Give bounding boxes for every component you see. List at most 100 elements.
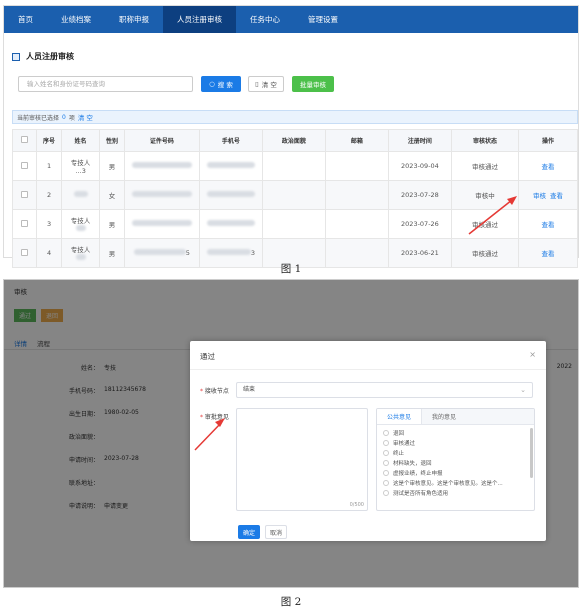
page-title: 人员注册审核 [12, 51, 74, 62]
radio[interactable] [383, 440, 389, 446]
opinion-option-label: 材料缺失，退回 [393, 461, 432, 467]
redacted-name [75, 254, 86, 260]
row-select[interactable] [11, 151, 38, 181]
opinion-textarea[interactable]: 0/500 [236, 408, 368, 511]
opinion-option[interactable]: 虚报业绩，终止申报 [383, 468, 528, 478]
cell-id [123, 180, 200, 210]
col-header: 证件号码 [123, 129, 200, 152]
opinion-option-label: 审核通过 [393, 441, 416, 447]
radio[interactable] [383, 460, 389, 466]
cell-ops: 审核 查看 [517, 180, 579, 210]
opinion-option[interactable]: 测试是否所有角色适用 [383, 488, 528, 498]
nav-settings[interactable]: 管理设置 [294, 6, 352, 33]
search-input[interactable]: 输入姓名和身份证号码查询 [18, 76, 193, 92]
opinion-option-label: 退回 [393, 431, 405, 437]
nav-registration-review[interactable]: 人员注册审核 [163, 6, 236, 33]
opinion-option-label: 测试是否所有角色适用 [393, 491, 449, 497]
radio[interactable] [383, 470, 389, 476]
tab-public-opinion[interactable]: 公共意见 [377, 409, 423, 424]
receive-node-label-text: 接收节点 [204, 388, 229, 395]
checkbox[interactable] [21, 248, 29, 256]
selection-clear-link[interactable]: 清 空 [78, 112, 93, 122]
name-text-2: …3 [75, 167, 86, 175]
checkbox[interactable] [21, 136, 29, 143]
close-icon[interactable]: × [529, 350, 536, 359]
search-button-label: 搜 索 [217, 81, 233, 89]
redacted-id [133, 249, 186, 255]
trash-icon: ▯ [255, 80, 259, 88]
cell-phone [198, 151, 263, 181]
confirm-button[interactable]: 确定 [238, 525, 260, 539]
review-link[interactable]: 审核 [533, 192, 546, 200]
radio[interactable] [383, 450, 389, 456]
cancel-button[interactable]: 取消 [265, 525, 287, 539]
name-text: 专技人 [70, 217, 91, 225]
opinion-option-label: 终止 [393, 451, 405, 457]
cell-phone [198, 180, 263, 210]
cell-status: 审核通过 [450, 209, 519, 239]
scrollbar[interactable] [530, 428, 533, 478]
checkbox[interactable] [21, 219, 29, 227]
nav-performance-archive[interactable]: 业绩档案 [47, 6, 105, 33]
view-link[interactable]: 查看 [541, 221, 554, 229]
tab-my-opinion[interactable]: 我的意见 [422, 409, 466, 424]
opinion-option[interactable]: 这是个审核意见。这是个审核意见。这是个... [383, 478, 528, 488]
row-select[interactable] [11, 209, 38, 239]
table-row: 1 专技人 …3 男 2023-09-04 审核通过 查看 [11, 151, 579, 181]
checkbox[interactable] [21, 190, 29, 198]
opinion-option[interactable]: 终止 [383, 448, 528, 458]
cell-gender: 男 [99, 151, 125, 181]
cell-gender: 男 [99, 209, 125, 239]
figure-2: 审核 通过 退回 详情 流程 姓名： 专技 手机号码： 18112345678 出生… [3, 279, 579, 588]
redacted-name [73, 191, 88, 197]
opinion-option[interactable]: 审核通过 [383, 438, 528, 448]
cell-no: 2 [36, 180, 62, 210]
col-header: 邮箱 [324, 129, 389, 152]
view-link[interactable]: 查看 [541, 163, 554, 171]
col-header: 手机号 [198, 129, 263, 152]
char-counter: 0/500 [349, 502, 364, 508]
col-header: 操作 [517, 129, 579, 152]
opinion-option[interactable]: 退回 [383, 428, 528, 438]
nav-title-application[interactable]: 职称申报 [105, 6, 163, 33]
registration-table: 序号 姓名 性别 证件号码 手机号 政治面貌 邮箱 注册时间 审核状态 操作 1… [11, 129, 579, 268]
cell-name [60, 180, 101, 210]
cell-date: 2023-09-04 [387, 151, 452, 181]
radio[interactable] [383, 480, 389, 486]
search-button[interactable]: ○ 搜 索 [201, 76, 241, 92]
list-icon [12, 52, 20, 61]
cell-email [324, 209, 389, 239]
nav-task-center[interactable]: 任务中心 [236, 6, 294, 33]
header-select-all[interactable] [11, 129, 38, 152]
cell-status: 审核中 [450, 180, 519, 210]
cell-gender: 女 [99, 180, 125, 210]
receive-node-select[interactable]: 结束 ⌄ [236, 382, 533, 398]
chevron-down-icon: ⌄ [520, 386, 526, 394]
selection-info-bar: 当前审核已选择 0 项 清 空 [12, 110, 578, 124]
col-header: 序号 [36, 129, 62, 152]
col-header: 姓名 [60, 129, 101, 152]
cell-id [123, 209, 200, 239]
redacted-phone [206, 220, 255, 226]
receive-node-value: 结束 [243, 386, 256, 393]
selection-count: 0 [62, 113, 66, 121]
view-link[interactable]: 查看 [550, 192, 563, 200]
radio[interactable] [383, 490, 389, 496]
row-select[interactable] [11, 180, 38, 210]
opinion-list: 退回 审核通过 终止 材料缺失，退回 虚报业绩，终止申报 这是个审核意见。这是个… [377, 425, 534, 501]
clear-button[interactable]: ▯ 清 空 [248, 76, 284, 92]
radio[interactable] [383, 430, 389, 436]
selection-prefix: 当前审核已选择 [17, 114, 60, 122]
opinion-option-label: 虚报业绩，终止申报 [393, 471, 443, 477]
checkbox[interactable] [21, 161, 29, 169]
redacted-id [131, 162, 192, 168]
opinion-tabs: 公共意见 我的意见 [377, 409, 534, 425]
nav-home[interactable]: 首页 [4, 6, 47, 33]
opinion-option[interactable]: 材料缺失，退回 [383, 458, 528, 468]
batch-review-button[interactable]: 批量审核 [292, 76, 334, 92]
opinion-panel: 公共意见 我的意见 退回 审核通过 终止 材料缺失，退回 虚报业绩，终止申报 这… [376, 408, 535, 511]
view-link[interactable]: 查看 [541, 250, 554, 258]
selection-suffix: 项 [68, 114, 75, 122]
col-header: 性别 [99, 129, 125, 152]
opinion-label: * 审批意见 [200, 412, 229, 421]
